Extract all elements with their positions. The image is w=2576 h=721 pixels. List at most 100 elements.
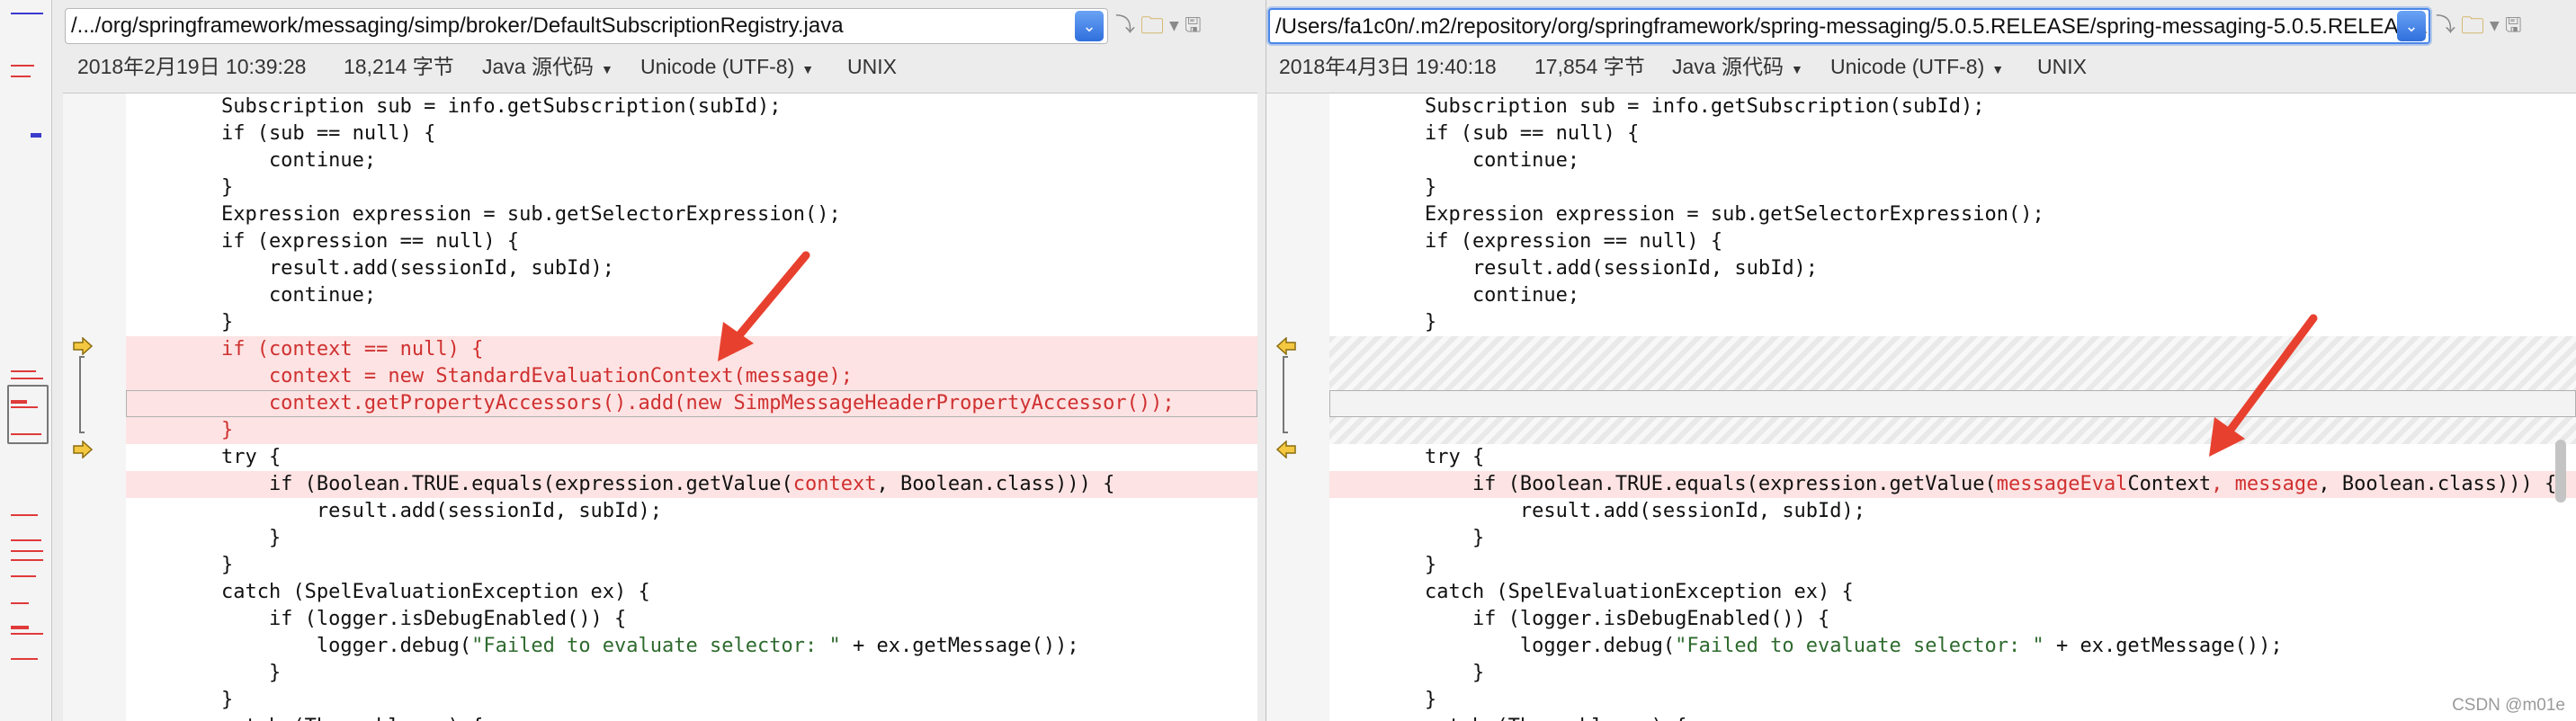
left-path-dropdown-button[interactable]: ⌄	[1075, 11, 1104, 41]
code-line: }	[1329, 689, 1437, 711]
code-line: }	[1329, 311, 1437, 334]
code-line: }	[1329, 554, 1437, 576]
code-line: }	[1329, 176, 1437, 199]
code-line: }	[126, 311, 234, 334]
code-line: if (sub == null) {	[126, 122, 436, 145]
changed-code-line: if (Boolean.TRUE.equals(expression.getVa…	[126, 471, 1257, 498]
left-code-lines: Subscription sub = info.getSubscription(…	[126, 93, 1257, 721]
right-vertical-scrollbar[interactable]	[2555, 440, 2566, 503]
code-line: }	[126, 662, 282, 684]
left-syntax-select[interactable]: Java 源代码 ▼	[482, 49, 613, 86]
copy-right-arrow-icon[interactable]	[72, 441, 94, 458]
code-line: continue;	[1329, 149, 1580, 172]
code-segment: , Boolean.class))) {	[876, 473, 1115, 495]
left-folder-menu-caret-icon[interactable]: ▼	[1169, 13, 1179, 40]
right-code-lines: Subscription sub = info.getSubscription(…	[1329, 93, 2576, 721]
overview-marker	[11, 575, 36, 577]
string-literal: "Failed to evaluate selector: "	[471, 635, 841, 657]
code-line: logger.debug("Failed to evaluate selecto…	[1329, 633, 2576, 660]
code-line: result.add(sessionId, subId);	[126, 257, 615, 280]
overview-marker	[11, 514, 38, 516]
code-line: }	[1329, 662, 1485, 684]
code-segment: logger.debug(	[1329, 635, 1676, 657]
code-line: result.add(sessionId, subId);	[126, 500, 663, 522]
chevron-down-icon: ▼	[600, 62, 613, 76]
left-line-endings: UNIX	[847, 55, 897, 78]
right-encoding-select[interactable]: Unicode (UTF-8) ▼	[1830, 49, 2004, 86]
left-encoding-label: Unicode (UTF-8)	[640, 55, 795, 78]
code-line: Subscription sub = info.getSubscription(…	[126, 95, 782, 118]
chevron-down-icon: ▼	[801, 62, 815, 76]
chevron-down-icon: ▼	[1790, 62, 1803, 76]
right-save-icon[interactable]: 🖫	[2505, 13, 2522, 40]
deleted-code-line: context = new StandardEvaluationContext(…	[126, 363, 1257, 390]
overview-marker	[11, 76, 31, 77]
right-recent-file-icon[interactable]: ⤵	[2436, 13, 2455, 40]
code-line: try {	[126, 446, 282, 468]
overview-marker	[11, 13, 43, 14]
overview-viewport-indicator[interactable]	[7, 385, 49, 444]
code-line: if (expression == null) {	[126, 230, 520, 253]
right-gutter	[1266, 93, 1329, 721]
left-open-folder-icon[interactable]: 🗀	[1140, 13, 1164, 40]
right-folder-menu-caret-icon[interactable]: ▼	[2490, 13, 2500, 40]
left-file-pane: /.../org/springframework/messaging/simp/…	[63, 0, 1257, 721]
code-line: result.add(sessionId, subId);	[1329, 500, 1866, 522]
code-line: catch (Throwable ex) {	[1329, 714, 2576, 721]
missing-line-box	[1329, 390, 2576, 417]
right-encoding-label: Unicode (UTF-8)	[1830, 55, 1985, 78]
left-toolbar: ⤵ 🗀 ▼ 🖫	[1115, 13, 1202, 40]
overview-marker	[11, 658, 38, 660]
code-line: logger.debug("Failed to evaluate selecto…	[126, 633, 1257, 660]
code-line: }	[126, 554, 234, 576]
missing-lines-placeholder	[1329, 417, 2576, 444]
overview-marker	[31, 133, 41, 138]
code-line: if (sub == null) {	[1329, 122, 1640, 145]
code-segment: , Boolean.class))) {	[2318, 473, 2557, 495]
left-save-icon[interactable]: 🖫	[1185, 13, 1202, 40]
right-open-folder-icon[interactable]: 🗀	[2461, 13, 2484, 40]
right-change-bracket	[1283, 356, 1288, 433]
right-toolbar: ⤵ 🗀 ▼ 🖫	[2436, 13, 2522, 40]
left-encoding-select[interactable]: Unicode (UTF-8) ▼	[640, 49, 814, 86]
code-line: if (logger.isDebugEnabled()) {	[1329, 608, 1830, 630]
code-line: continue;	[1329, 284, 1580, 307]
overview-marker	[11, 65, 34, 67]
changed-token: context	[792, 473, 877, 495]
copy-left-arrow-icon[interactable]	[1275, 337, 1297, 355]
right-line-endings: UNIX	[2037, 55, 2087, 78]
right-syntax-label: Java 源代码	[1672, 55, 1784, 78]
overview-marker	[11, 539, 41, 541]
overview-marker	[11, 633, 43, 635]
code-segment: + ex.getMessage());	[840, 635, 1079, 657]
deleted-code-line: }	[126, 417, 1257, 444]
missing-lines-placeholder	[1329, 336, 2576, 390]
left-syntax-label: Java 源代码	[482, 55, 594, 78]
right-code-view[interactable]: Subscription sub = info.getSubscription(…	[1266, 93, 2576, 721]
left-path-field[interactable]: /.../org/springframework/messaging/simp/…	[65, 8, 1108, 44]
diff-overview-map[interactable]	[0, 0, 52, 721]
right-syntax-select[interactable]: Java 源代码 ▼	[1672, 49, 1803, 86]
overview-marker	[11, 550, 43, 552]
code-line: Expression expression = sub.getSelectorE…	[1329, 203, 2044, 226]
deleted-code-line: if (context == null) {	[126, 336, 1257, 363]
overview-marker	[11, 378, 43, 379]
left-path-bar: /.../org/springframework/messaging/simp/…	[63, 8, 1257, 44]
copy-left-arrow-icon[interactable]	[1275, 441, 1297, 458]
right-path-dropdown-button[interactable]: ⌄	[2397, 11, 2426, 41]
code-line: }	[126, 176, 234, 199]
right-file-date: 2018年4月3日 19:40:18	[1279, 55, 1497, 78]
deleted-code-line: context.getPropertyAccessors().add(new S…	[126, 390, 1257, 417]
copy-right-arrow-icon[interactable]	[72, 337, 94, 355]
left-gutter	[63, 93, 126, 721]
code-segment: + ex.getMessage());	[2044, 635, 2283, 657]
string-literal: "Failed to evaluate selector: "	[1675, 635, 2044, 657]
right-path-field[interactable]: /Users/fa1c0n/.m2/repository/org/springf…	[1268, 8, 2430, 44]
code-segment: logger.debug(	[126, 635, 472, 657]
left-file-date: 2018年2月19日 10:39:28	[77, 55, 307, 78]
left-change-bracket	[79, 356, 85, 433]
left-recent-file-icon[interactable]: ⤵	[1115, 13, 1135, 40]
overview-marker	[11, 626, 29, 629]
left-code-view[interactable]: Subscription sub = info.getSubscription(…	[63, 93, 1257, 721]
code-line: }	[126, 689, 234, 711]
